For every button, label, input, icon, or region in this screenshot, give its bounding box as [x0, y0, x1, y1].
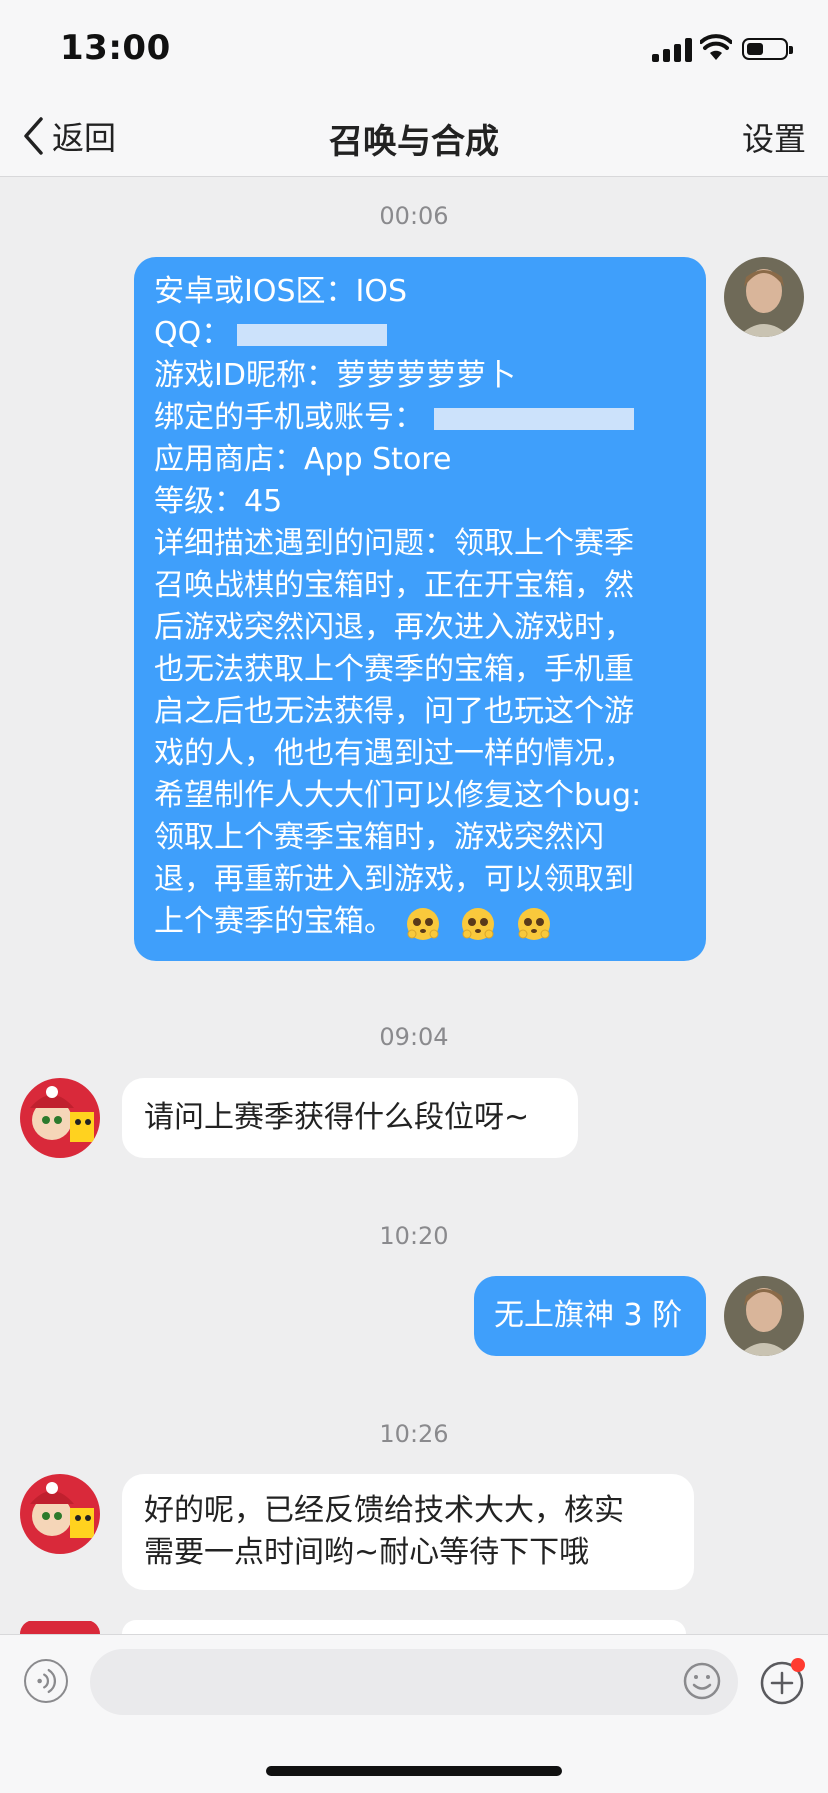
status-bar: 13:00 [0, 0, 828, 96]
my-avatar[interactable] [724, 257, 804, 337]
nav-bar: 返回 召唤与合成 设置 [0, 96, 828, 177]
settings-button[interactable]: 设置 [742, 114, 806, 160]
timestamp: 00:06 [379, 202, 449, 230]
pleading-face-emoji [406, 907, 439, 940]
timestamp: 10:20 [379, 1222, 449, 1250]
message-line: 需要一点时间哟~耐心等待下下哦 [144, 1535, 590, 1570]
message-line: 戏的人，他也有遇到过一样的情况， [154, 736, 634, 771]
my-avatar[interactable] [724, 1276, 804, 1356]
pleading-face-emoji [517, 907, 550, 940]
signal-icon [652, 38, 696, 62]
incoming-message-bubble[interactable]: 请问上赛季获得什么段位呀~ [122, 1078, 578, 1158]
outgoing-message-bubble[interactable]: 安卓或IOS区：IOS QQ： 游戏ID昵称：萝萝萝萝萝卜 绑定的手机或账号： … [134, 257, 706, 961]
outgoing-message-bubble[interactable]: 无上旗神 3 阶 [474, 1276, 706, 1356]
message-line: 希望制作人大大们可以修复这个bug: [154, 778, 642, 813]
message-line: 后游戏突然闪退，再次进入游戏时， [154, 610, 634, 645]
message-line: 领取上个赛季宝箱时，游戏突然闪 [154, 820, 604, 855]
notification-badge [791, 1658, 805, 1672]
incoming-message-bubble[interactable]: 好的呢，已经反馈给技术大大，核实 需要一点时间哟~耐心等待下下哦 [122, 1474, 694, 1590]
home-indicator[interactable] [266, 1766, 562, 1776]
timestamp: 10:26 [379, 1420, 449, 1448]
status-time: 13:00 [60, 28, 171, 68]
service-avatar[interactable] [20, 1078, 100, 1158]
battery-icon [742, 38, 793, 60]
incoming-message-bubble [122, 1620, 686, 1634]
back-chevron-icon [24, 117, 43, 155]
voice-icon[interactable] [24, 1659, 68, 1703]
message-line: QQ： [154, 313, 686, 355]
message-text: 无上旗神 3 阶 [494, 1298, 683, 1333]
timestamp: 09:04 [379, 1023, 449, 1051]
message-line: 绑定的手机或账号： [154, 397, 686, 439]
plus-icon[interactable] [758, 1655, 810, 1707]
redacted-qq [237, 323, 388, 346]
message-line: 安卓或IOS区：IOS [154, 274, 408, 309]
message-line: 上个赛季的宝箱。 [154, 901, 686, 943]
message-line: 退，再重新进入到游戏，可以领取到 [154, 862, 634, 897]
message-line: 也无法获取上个赛季的宝箱，手机重 [154, 652, 634, 687]
message-line: 启之后也无法获得，问了也玩这个游 [154, 694, 634, 729]
pleading-face-emoji [462, 907, 495, 940]
emoji-icon[interactable] [682, 1661, 722, 1701]
message-line: 详细描述遇到的问题：领取上个赛季 [154, 526, 634, 561]
message-line: 等级：45 [154, 484, 283, 519]
message-line: 游戏ID昵称：萝萝萝萝萝卜 [154, 358, 516, 393]
page-title: 召唤与合成 [329, 122, 499, 162]
back-button[interactable]: 返回 [22, 114, 116, 158]
message-text: 请问上赛季获得什么段位呀~ [144, 1100, 530, 1135]
wifi-icon [700, 34, 732, 60]
message-input[interactable] [90, 1649, 738, 1715]
redacted-account [434, 407, 634, 430]
back-label: 返回 [52, 119, 117, 157]
message-line: 好的呢，已经反馈给技术大大，核实 [144, 1493, 624, 1528]
message-line: 召唤战棋的宝箱时，正在开宝箱，然 [154, 568, 634, 603]
service-avatar[interactable] [20, 1474, 100, 1554]
message-line: 应用商店：App Store [154, 442, 452, 477]
service-avatar [20, 1620, 100, 1634]
